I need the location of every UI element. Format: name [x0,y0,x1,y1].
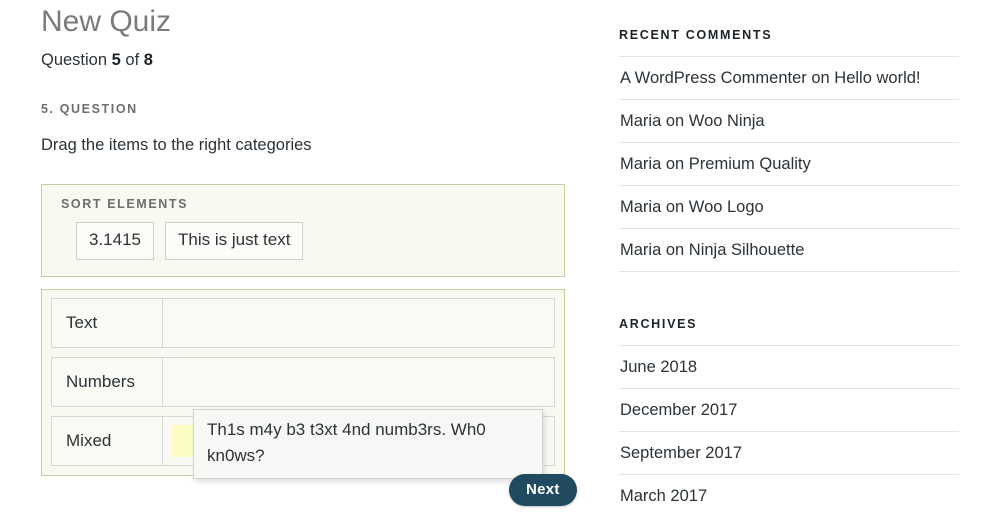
comment-on: on [661,241,689,259]
sidebar: RECENT COMMENTS A WordPress Commenter on… [619,0,959,514]
list-item[interactable]: September 2017 [619,432,959,475]
sortable-item[interactable]: This is just text [165,222,304,260]
list-item[interactable]: A WordPress Commenter on Hello world! [619,57,959,100]
question-number-label: 5. QUESTION [41,102,138,116]
comment-on: on [661,112,689,130]
category-label: Text [52,299,163,347]
recent-comments-widget: RECENT COMMENTS A WordPress Commenter on… [619,0,959,272]
list-item[interactable]: Maria on Woo Logo [619,186,959,229]
list-item[interactable]: March 2017 [619,475,959,514]
comment-author[interactable]: Maria [620,241,661,259]
comment-author[interactable]: Maria [620,198,661,216]
progress-total: 8 [143,51,153,69]
archives-widget: ARCHIVES June 2018 December 2017 Septemb… [619,289,959,514]
category-label: Mixed [52,417,163,465]
list-item[interactable]: Maria on Ninja Silhouette [619,229,959,272]
sort-elements-panel: SORT ELEMENTS 3.1415 This is just text [41,184,565,277]
archives-title: ARCHIVES [619,317,698,331]
comment-author[interactable]: Maria [620,112,661,130]
comment-on: on [661,198,689,216]
list-item[interactable]: June 2018 [619,346,959,389]
recent-comments-list: A WordPress Commenter on Hello world! Ma… [619,56,959,272]
list-item[interactable]: December 2017 [619,389,959,432]
quiz-progress: Question 5 of 8 [41,49,600,71]
progress-mid: of [120,51,144,69]
archives-list: June 2018 December 2017 September 2017 M… [619,345,959,514]
progress-current: 5 [111,51,121,69]
sort-elements-list: 3.1415 This is just text [76,222,550,260]
sortable-item[interactable]: 3.1415 [76,222,154,260]
comment-author[interactable]: Maria [620,155,661,173]
category-row: Numbers [51,357,555,407]
comment-author[interactable]: A WordPress Commenter [620,69,807,87]
comment-on: on [661,155,689,173]
quiz-main-column: New Quiz Question 5 of 8 5. QUESTION Dra… [0,0,600,514]
comment-on: on [806,69,835,87]
comment-post[interactable]: Ninja Silhouette [689,241,805,259]
list-item[interactable]: Maria on Premium Quality [619,143,959,186]
page-title: New Quiz [41,5,172,38]
recent-comments-title: RECENT COMMENTS [619,28,773,42]
list-item[interactable]: Maria on Woo Ninja [619,100,959,143]
quiz-page: New Quiz Question 5 of 8 5. QUESTION Dra… [0,0,1000,514]
comment-post[interactable]: Woo Ninja [689,112,765,130]
next-button[interactable]: Next [509,474,577,506]
category-row: Text [51,298,555,348]
sort-elements-title: SORT ELEMENTS [61,197,189,211]
comment-post[interactable]: Hello world! [834,69,920,87]
category-dropzone[interactable] [163,358,554,406]
category-dropzone[interactable] [163,299,554,347]
comment-post[interactable]: Premium Quality [689,155,811,173]
dragged-item-ghost[interactable]: Th1s m4y b3 t3xt 4nd numb3rs. Wh0 kn0ws? [193,409,543,479]
progress-prefix: Question [41,51,112,69]
question-text: Drag the items to the right categories [41,136,312,154]
category-label: Numbers [52,358,163,406]
comment-post[interactable]: Woo Logo [689,198,764,216]
